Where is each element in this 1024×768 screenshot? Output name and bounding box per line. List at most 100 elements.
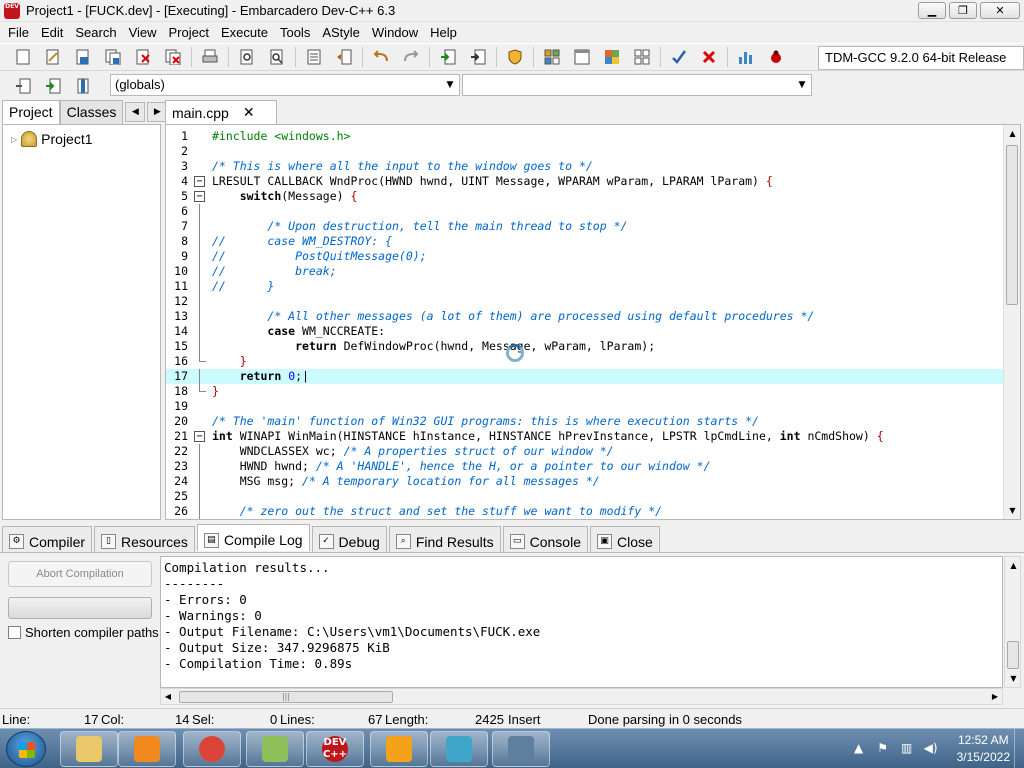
scroll-right-icon[interactable]: ▶: [988, 689, 1002, 704]
chart-icon[interactable]: [735, 46, 757, 68]
code-line[interactable]: 26 /* zero out the struct and set the st…: [166, 504, 1004, 519]
minimize-button[interactable]: ▁: [918, 2, 946, 19]
goto-line-icon[interactable]: [303, 46, 325, 68]
code-text[interactable]: // case WM_DESTROY: {: [212, 234, 392, 249]
abort-compilation-button[interactable]: Abort Compilation: [8, 561, 152, 587]
compile-log-output[interactable]: Compilation results... -------- - Errors: …: [160, 556, 1003, 688]
code-text[interactable]: return 0;|: [212, 369, 309, 384]
code-line[interactable]: 12: [166, 294, 1004, 309]
code-text[interactable]: switch(Message) {: [212, 189, 358, 204]
close-window-button[interactable]: ✕: [980, 2, 1020, 19]
code-line[interactable]: 4− LRESULT CALLBACK WndProc(HWND hwnd, UI…: [166, 174, 1004, 189]
replace-icon[interactable]: [266, 46, 288, 68]
menu-view[interactable]: View: [123, 25, 163, 40]
close-all-icon[interactable]: [162, 46, 184, 68]
class-view-icon[interactable]: [541, 46, 563, 68]
layout-icon[interactable]: [601, 46, 623, 68]
tab-debug[interactable]: ✓ Debug: [311, 526, 387, 552]
compiler-select[interactable]: TDM-GCC 9.2.0 64-bit Release: [818, 46, 1024, 70]
code-line[interactable]: 16 }: [166, 354, 1004, 369]
menu-help[interactable]: Help: [424, 25, 463, 40]
code-line[interactable]: 18}: [166, 384, 1004, 399]
code-line[interactable]: 20 /* The 'main' function of Win32 GUI pr…: [166, 414, 1004, 429]
action-center-flag-icon[interactable]: ⚑: [875, 741, 891, 757]
code-text[interactable]: LRESULT CALLBACK WndProc(HWND hwnd, UINT…: [212, 174, 773, 189]
code-text[interactable]: int WINAPI WinMain(HINSTANCE hInstance, …: [212, 429, 884, 444]
tab-classes[interactable]: Classes: [59, 100, 124, 124]
code-text[interactable]: // PostQuitMessage(0);: [212, 249, 427, 264]
fold-collapse-icon[interactable]: −: [194, 191, 205, 202]
code-line[interactable]: 10 // break;: [166, 264, 1004, 279]
scrollbar-thumb[interactable]: [1007, 641, 1019, 669]
taskbar-app-chrome[interactable]: [183, 731, 241, 767]
menu-astyle[interactable]: AStyle: [316, 25, 366, 40]
bug-icon[interactable]: [765, 46, 787, 68]
tab-project[interactable]: Project: [2, 100, 60, 125]
code-text[interactable]: }: [212, 354, 247, 369]
show-desktop-button[interactable]: [1014, 729, 1024, 768]
taskbar-app-media-player[interactable]: [118, 731, 176, 767]
layout-grid-icon[interactable]: [631, 46, 653, 68]
shorten-paths-checkbox[interactable]: [8, 626, 21, 639]
taskbar-app-search[interactable]: [370, 731, 428, 767]
compile-icon[interactable]: [437, 46, 459, 68]
code-text[interactable]: #include <windows.h>: [212, 129, 350, 144]
code-text[interactable]: /* All other messages (a lot of them) ar…: [212, 309, 814, 324]
taskbar-app-explorer[interactable]: [60, 731, 118, 767]
goto-bookmark-icon[interactable]: [72, 75, 94, 97]
fold-collapse-icon[interactable]: −: [194, 176, 205, 187]
log-horizontal-scrollbar[interactable]: ◀ ||| ▶: [160, 688, 1003, 705]
menu-execute[interactable]: Execute: [215, 25, 274, 40]
code-text[interactable]: /* This is where all the input to the wi…: [212, 159, 593, 174]
save-all-icon[interactable]: [102, 46, 124, 68]
close-file-icon[interactable]: [132, 46, 154, 68]
taskbar-app-devcpp[interactable]: DEV C++: [306, 731, 364, 767]
code-line[interactable]: 15 return DefWindowProc(hwnd, Message, w…: [166, 339, 1004, 354]
code-line[interactable]: 17 return 0;|: [166, 369, 1004, 384]
code-text[interactable]: HWND hwnd; /* A 'HANDLE', hence the H, o…: [212, 459, 711, 474]
find-icon[interactable]: [236, 46, 258, 68]
menu-search[interactable]: Search: [69, 25, 122, 40]
code-line[interactable]: 23 HWND hwnd; /* A 'HANDLE', hence the H…: [166, 459, 1004, 474]
menu-project[interactable]: Project: [163, 25, 215, 40]
taskbar-app-package[interactable]: [430, 731, 488, 767]
fold-collapse-icon[interactable]: −: [194, 431, 205, 442]
member-select[interactable]: ▼: [462, 74, 812, 96]
new-file-icon[interactable]: [12, 46, 34, 68]
undo-icon[interactable]: [370, 46, 392, 68]
show-hidden-icons-icon[interactable]: ▲: [851, 741, 867, 757]
code-line[interactable]: 2: [166, 144, 1004, 159]
code-text[interactable]: /* Upon destruction, tell the main threa…: [212, 219, 627, 234]
code-line[interactable]: 1 #include <windows.h>: [166, 129, 1004, 144]
check-icon[interactable]: [668, 46, 690, 68]
print-icon[interactable]: [199, 46, 221, 68]
scroll-down-icon[interactable]: ▼: [1005, 670, 1022, 687]
scroll-up-icon[interactable]: ▲: [1005, 557, 1022, 574]
save-file-icon[interactable]: [72, 46, 94, 68]
code-text[interactable]: // break;: [212, 264, 337, 279]
start-button[interactable]: [6, 731, 46, 767]
code-text[interactable]: case WM_NCCREATE:: [212, 324, 385, 339]
code-text[interactable]: }: [212, 384, 219, 399]
insert-icon[interactable]: [12, 75, 34, 97]
taskbar-app-document[interactable]: [492, 731, 550, 767]
scroll-up-icon[interactable]: ▲: [1004, 125, 1020, 142]
editor-vertical-scrollbar[interactable]: ▲ ▼: [1003, 125, 1020, 519]
stop-icon[interactable]: [698, 46, 720, 68]
run-icon[interactable]: [467, 46, 489, 68]
code-text[interactable]: // }: [212, 279, 274, 294]
code-line[interactable]: 11 // }: [166, 279, 1004, 294]
scroll-down-icon[interactable]: ▼: [1004, 502, 1020, 519]
code-text[interactable]: MSG msg; /* A temporary location for all…: [212, 474, 600, 489]
code-text[interactable]: WNDCLASSEX wc; /* A properties struct of…: [212, 444, 614, 459]
menu-file[interactable]: File: [2, 25, 35, 40]
code-line[interactable]: 25: [166, 489, 1004, 504]
tab-close[interactable]: ▣ Close: [590, 526, 660, 552]
tab-compile-log[interactable]: ▤ Compile Log: [196, 524, 310, 551]
tab-main-cpp[interactable]: main.cpp ✕: [165, 100, 277, 124]
network-icon[interactable]: ▥: [899, 741, 915, 757]
code-line[interactable]: 8 // case WM_DESTROY: {: [166, 234, 1004, 249]
code-text[interactable]: /* The 'main' function of Win32 GUI prog…: [212, 414, 759, 429]
indent-icon[interactable]: [333, 46, 355, 68]
code-line[interactable]: 19: [166, 399, 1004, 414]
